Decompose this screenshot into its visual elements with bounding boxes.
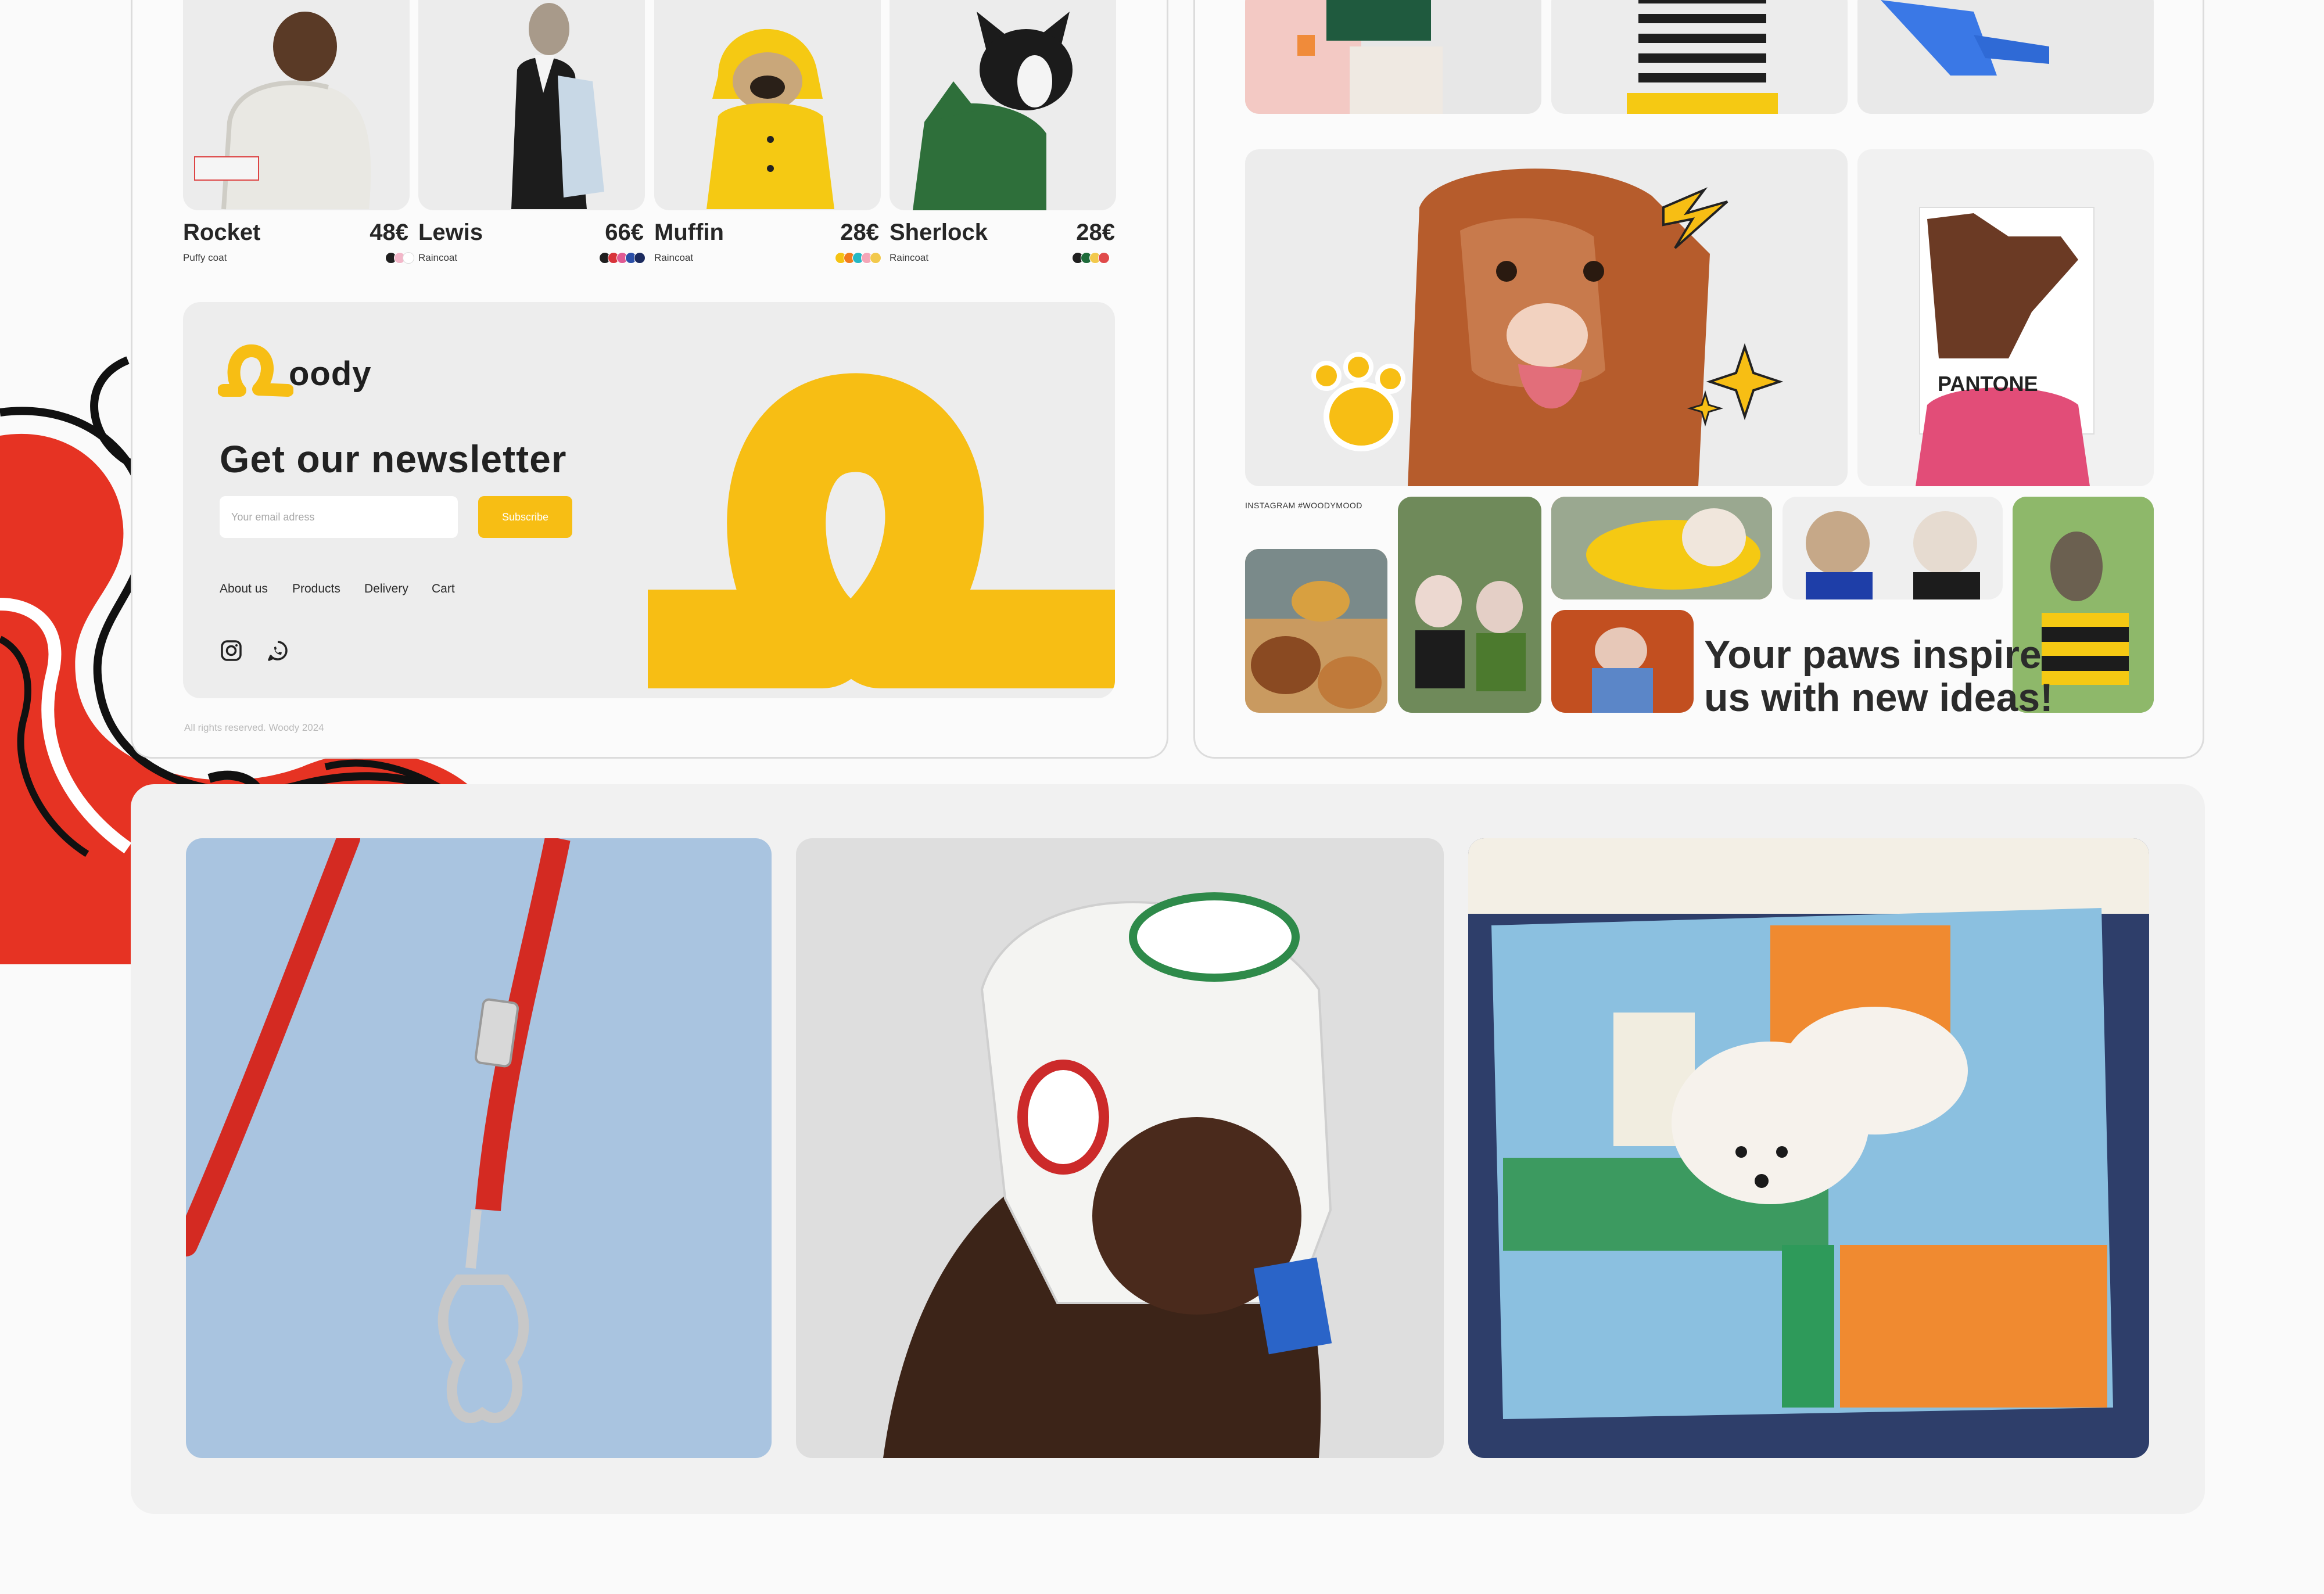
moodboard-image-blue-harness	[1857, 0, 2154, 114]
gallery-image-red-leash	[186, 838, 772, 1458]
footer-link-cart[interactable]: Cart	[432, 582, 455, 596]
copyright-text: All rights reserved. Woody 2024	[184, 722, 324, 733]
newsletter-card: oody Get our newsletter Subscribe About …	[183, 302, 1115, 698]
brand-name: oody	[289, 355, 372, 393]
swatch-red[interactable]	[1098, 252, 1110, 264]
newsletter-title: Get our newsletter	[220, 437, 567, 480]
subscribe-button[interactable]: Subscribe	[478, 496, 572, 538]
product-photo	[418, 0, 645, 210]
slogan-line-1: Your paws inspire	[1704, 633, 2042, 677]
color-swatches[interactable]	[599, 252, 645, 264]
gallery-image-dog-helmet	[796, 838, 1444, 1458]
instagram-photo-sphynx-cats[interactable]	[1398, 497, 1541, 713]
gallery-image-dog-bed	[1468, 838, 2149, 1458]
instagram-photo-dogs-group[interactable]	[1245, 549, 1387, 713]
moodboard-image-green-hoodie	[1245, 0, 1541, 114]
whatsapp-icon[interactable]	[266, 639, 289, 662]
footer-link-products[interactable]: Products	[292, 582, 340, 596]
product-type: Raincoat	[890, 252, 929, 263]
swatch-navy[interactable]	[634, 252, 645, 264]
product-price: 66€	[605, 220, 644, 245]
product-photo	[183, 0, 410, 210]
product-price: 48€	[370, 220, 408, 245]
product-price: 28€	[840, 220, 879, 245]
color-swatches[interactable]	[1072, 252, 1110, 264]
instagram-photo-cat-sweater[interactable]	[1551, 610, 1694, 713]
slogan-line-2: us with new ideas!	[1704, 676, 2053, 720]
instagram-slogan: Your paws inspire us with new ideas!	[1704, 633, 2053, 719]
pantone-label: PANTONE	[1938, 372, 2038, 396]
instagram-hashtag: INSTAGRAM #WOODYMOOD	[1245, 501, 1362, 510]
product-name: Sherlock	[890, 220, 988, 245]
product-photo	[654, 0, 881, 210]
footer-link-delivery[interactable]: Delivery	[364, 582, 408, 596]
color-swatches[interactable]	[835, 252, 881, 264]
instagram-photo-bulldog-raincoat[interactable]	[1551, 497, 1772, 599]
moodboard-image-striped-shirt	[1551, 0, 1848, 114]
product-price: 28€	[1076, 220, 1115, 245]
product-name: Muffin	[654, 220, 724, 245]
swatch-white[interactable]	[403, 252, 414, 264]
footer-link-about[interactable]: About us	[220, 582, 268, 596]
woody-logo-icon	[218, 344, 293, 397]
product-type: Raincoat	[418, 252, 458, 263]
woody-large-logo-decoration	[648, 373, 1115, 688]
moodboard-image-pitbull	[1245, 149, 1848, 486]
color-swatches[interactable]	[385, 252, 414, 264]
email-field[interactable]	[220, 496, 458, 538]
product-name: Lewis	[418, 220, 483, 245]
product-name: Rocket	[183, 220, 261, 245]
instagram-photo-french-bulldogs[interactable]	[1783, 497, 2003, 599]
instagram-icon[interactable]	[220, 639, 243, 662]
swatch-gold[interactable]	[870, 252, 881, 264]
product-photo	[890, 0, 1116, 210]
product-type: Puffy coat	[183, 252, 227, 263]
product-type: Raincoat	[654, 252, 694, 263]
moodboard-image-pantone-card	[1857, 149, 2154, 486]
